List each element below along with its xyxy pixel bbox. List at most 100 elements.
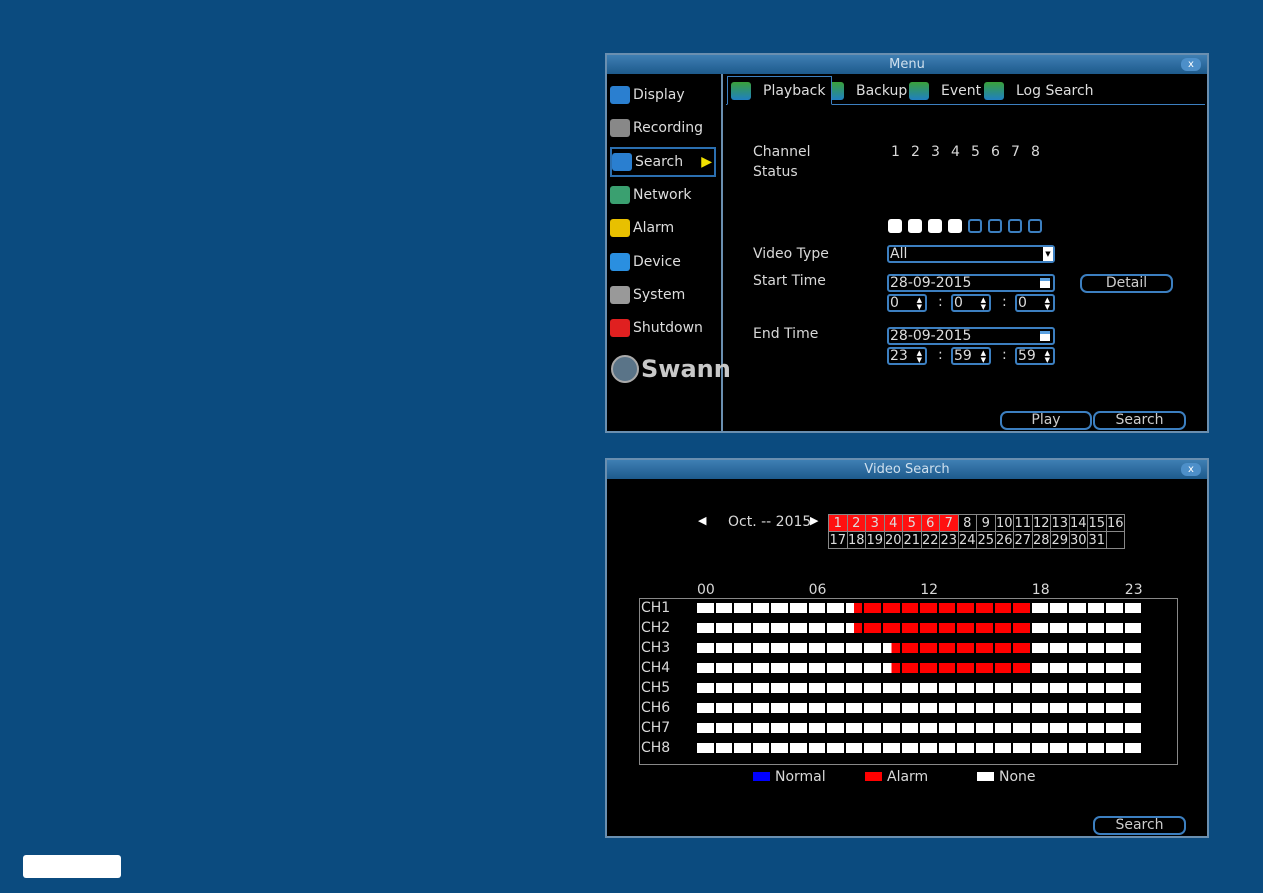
- tab-playback[interactable]: Playback: [727, 76, 833, 105]
- calendar-day[interactable]: 5: [902, 514, 922, 532]
- timeline-hour-cell[interactable]: [1069, 623, 1086, 633]
- timeline-hour-cell[interactable]: [883, 623, 900, 633]
- timeline-hour-cell[interactable]: [697, 723, 714, 733]
- timeline-hour-cell[interactable]: [1050, 623, 1067, 633]
- timeline-hour-cell[interactable]: [1031, 643, 1049, 653]
- timeline-hour-cell[interactable]: [976, 663, 993, 673]
- timeline-hour-cell[interactable]: [938, 723, 956, 733]
- timeline-hour-cell[interactable]: [715, 703, 733, 713]
- timeline-hour-cell[interactable]: [1013, 623, 1030, 633]
- timeline-hour-cell[interactable]: [938, 743, 956, 753]
- timeline-hour-cell[interactable]: [697, 623, 714, 633]
- timeline-hour-cell[interactable]: [1031, 723, 1049, 733]
- timeline-hour-cell[interactable]: [734, 723, 751, 733]
- timeline-hour-cell[interactable]: [697, 603, 714, 613]
- timeline-hour-cell[interactable]: [883, 743, 900, 753]
- timeline-hour-cell[interactable]: [1124, 703, 1142, 713]
- timeline-hour-cell[interactable]: [1013, 723, 1030, 733]
- timeline-hour-cell[interactable]: [920, 603, 937, 613]
- timeline-hour-cell[interactable]: [976, 683, 993, 693]
- calendar-day[interactable]: 22: [920, 531, 940, 549]
- timeline-hour-cell[interactable]: [957, 643, 974, 653]
- timeline-hour-cell[interactable]: [1124, 603, 1142, 613]
- calendar-day[interactable]: 18: [846, 531, 866, 549]
- sidebar-item-device[interactable]: Device: [610, 247, 716, 277]
- timeline-hour-cell[interactable]: [883, 643, 900, 653]
- timeline-hour-cell[interactable]: [994, 623, 1012, 633]
- timeline-hour-cell[interactable]: [715, 663, 733, 673]
- calendar-day[interactable]: 11: [1013, 514, 1033, 532]
- timeline-hour-cell[interactable]: [752, 743, 770, 753]
- timeline-hour-cell[interactable]: [938, 663, 956, 673]
- timeline-hour-cell[interactable]: [901, 603, 919, 613]
- timeline-hour-cell[interactable]: [1069, 603, 1086, 613]
- timeline-hour-cell[interactable]: [1013, 603, 1030, 613]
- end-date-input[interactable]: 28-09-2015: [887, 327, 1055, 345]
- timeline-hour-cell[interactable]: [901, 623, 919, 633]
- calendar-day[interactable]: 19: [865, 531, 885, 549]
- timeline-hour-cell[interactable]: [1106, 723, 1123, 733]
- timeline-hour-cell[interactable]: [771, 683, 788, 693]
- search-button[interactable]: Search: [1093, 411, 1186, 430]
- timeline-hour-cell[interactable]: [957, 623, 974, 633]
- time-spinner[interactable]: 0 ▲ ▼: [951, 294, 991, 312]
- timeline-hour-cell[interactable]: [697, 643, 714, 653]
- tab-event[interactable]: Event: [909, 76, 981, 105]
- timeline-hour-cell[interactable]: [771, 663, 788, 673]
- timeline-hour-cell[interactable]: [1106, 683, 1123, 693]
- timeline-hour-cell[interactable]: [734, 703, 751, 713]
- timeline-hour-cell[interactable]: [1069, 663, 1086, 673]
- timeline-hour-cell[interactable]: [845, 683, 863, 693]
- timeline-hour-cell[interactable]: [715, 643, 733, 653]
- timeline-hour-cell[interactable]: [901, 703, 919, 713]
- timeline-hour-cell[interactable]: [864, 623, 881, 633]
- tab-log-search[interactable]: Log Search: [984, 76, 1094, 105]
- timeline-hour-cell[interactable]: [827, 743, 844, 753]
- channel-checkbox[interactable]: [948, 219, 962, 233]
- calendar-day[interactable]: 12: [1031, 514, 1051, 532]
- timeline-hour-cell[interactable]: [808, 643, 826, 653]
- timeline-hour-cell[interactable]: [715, 623, 733, 633]
- timeline-hour-cell[interactable]: [1106, 743, 1123, 753]
- timeline-hour-cell[interactable]: [790, 663, 807, 673]
- channel-checkbox[interactable]: [928, 219, 942, 233]
- timeline-hour-cell[interactable]: [976, 643, 993, 653]
- timeline-hour-cell[interactable]: [790, 643, 807, 653]
- timeline-hour-cell[interactable]: [1124, 723, 1142, 733]
- timeline-hour-cell[interactable]: [771, 743, 788, 753]
- calendar-day[interactable]: 15: [1087, 514, 1107, 532]
- timeline-hour-cell[interactable]: [845, 643, 863, 653]
- timeline-hour-cell[interactable]: [864, 723, 881, 733]
- timeline-hour-cell[interactable]: [1031, 623, 1049, 633]
- timeline-hour-cell[interactable]: [938, 683, 956, 693]
- timeline-hour-cell[interactable]: [957, 683, 974, 693]
- timeline-hour-cell[interactable]: [808, 723, 826, 733]
- calendar-day[interactable]: 8: [957, 514, 977, 532]
- timeline-hour-cell[interactable]: [715, 743, 733, 753]
- calendar-day[interactable]: 6: [920, 514, 940, 532]
- timeline-hour-cell[interactable]: [1106, 703, 1123, 713]
- timeline-hour-cell[interactable]: [845, 623, 863, 633]
- timeline-hour-cell[interactable]: [1050, 723, 1067, 733]
- time-spinner[interactable]: 59 ▲ ▼: [1015, 347, 1055, 365]
- sidebar-item-network[interactable]: Network: [610, 180, 716, 210]
- timeline-hour-cell[interactable]: [771, 703, 788, 713]
- timeline-hour-cell[interactable]: [790, 623, 807, 633]
- tab-backup[interactable]: Backup: [824, 76, 907, 105]
- channel-checkbox[interactable]: [888, 219, 902, 233]
- timeline-hour-cell[interactable]: [1031, 603, 1049, 613]
- timeline-hour-cell[interactable]: [1124, 643, 1142, 653]
- calendar-day[interactable]: 20: [883, 531, 903, 549]
- timeline-hour-cell[interactable]: [976, 743, 993, 753]
- timeline-hour-cell[interactable]: [697, 663, 714, 673]
- timeline-hour-cell[interactable]: [920, 703, 937, 713]
- timeline-hour-cell[interactable]: [697, 683, 714, 693]
- timeline-hour-cell[interactable]: [752, 683, 770, 693]
- timeline-hour-cell[interactable]: [1106, 643, 1123, 653]
- calendar-day[interactable]: 4: [883, 514, 903, 532]
- timeline-hour-cell[interactable]: [752, 623, 770, 633]
- start-date-input[interactable]: 28-09-2015: [887, 274, 1055, 292]
- timeline-hour-cell[interactable]: [845, 723, 863, 733]
- timeline-hour-cell[interactable]: [901, 743, 919, 753]
- timeline-hour-cell[interactable]: [938, 643, 956, 653]
